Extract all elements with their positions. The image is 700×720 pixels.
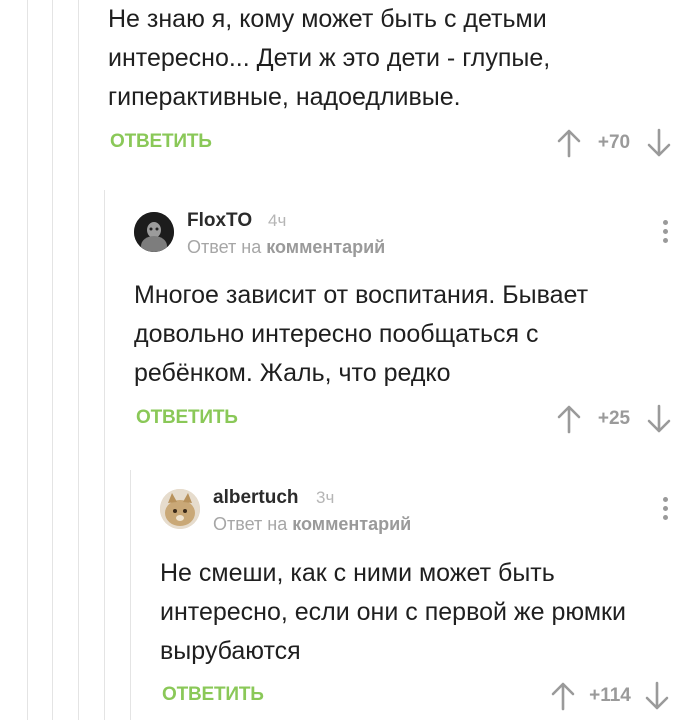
- comment-text-line: гиперактивные, надоедливые.: [108, 83, 461, 111]
- comment-text: Многое зависит от воспитания. Бывает дов…: [134, 276, 684, 393]
- comment-text-line: вырубаются: [160, 637, 301, 665]
- arrow-up-icon[interactable]: [556, 404, 582, 434]
- comment-actions: ОТВЕТИТЬ +114: [162, 681, 680, 711]
- avatar[interactable]: [160, 489, 200, 529]
- comment-time: 4ч: [268, 211, 287, 230]
- comment-text-line: Не смеши, как с ними может быть: [160, 559, 555, 587]
- thread-line: [130, 470, 131, 720]
- arrow-down-icon[interactable]: [646, 128, 672, 158]
- vote-controls: +25: [556, 404, 672, 434]
- avatar-image: [134, 212, 174, 252]
- comment-header: FloxTO 4ч Ответ на комментарий: [134, 208, 684, 264]
- rating-value: +114: [589, 685, 631, 706]
- comment-text-line: интересно, если они с первой же рюмки: [160, 598, 626, 626]
- avatar-image: [160, 489, 200, 529]
- comment: Не смеши, как с ними может быть интересн…: [160, 554, 684, 671]
- vote-controls: +114: [550, 681, 670, 711]
- more-vertical-icon[interactable]: [661, 497, 669, 523]
- rating-value: +25: [597, 408, 631, 429]
- reply-to-prefix: Ответ на: [213, 514, 288, 534]
- reply-to: Ответ на комментарий: [187, 237, 385, 258]
- thread-line: [104, 190, 105, 720]
- more-vertical-icon[interactable]: [661, 220, 669, 246]
- comment-header: albertuch 3ч Ответ на комментарий: [160, 485, 684, 541]
- comment-text: Не смеши, как с ними может быть интересн…: [160, 554, 684, 671]
- comment-text-line: Многое зависит от воспитания. Бывает: [134, 281, 589, 309]
- comment: Многое зависит от воспитания. Бывает дов…: [134, 276, 684, 393]
- thread-line: [27, 0, 28, 720]
- comment-actions: ОТВЕТИТЬ +70: [110, 128, 680, 158]
- reply-to-prefix: Ответ на: [187, 237, 262, 257]
- arrow-down-icon[interactable]: [644, 681, 670, 711]
- rating-value: +70: [597, 132, 631, 153]
- comment-text: Не знаю я, кому может быть с детьми инте…: [108, 0, 688, 117]
- arrow-down-icon[interactable]: [646, 404, 672, 434]
- reply-to-link[interactable]: комментарий: [266, 237, 385, 257]
- thread-line: [52, 0, 53, 720]
- vote-controls: +70: [556, 128, 672, 158]
- arrow-up-icon[interactable]: [556, 128, 582, 158]
- comment-time: 3ч: [316, 488, 335, 507]
- arrow-up-icon[interactable]: [550, 681, 576, 711]
- comment-text-line: интересно... Дети ж это дети - глупые,: [108, 44, 551, 72]
- comment-text-line: Не знаю я, кому может быть с детьми: [108, 5, 547, 33]
- comment-actions: ОТВЕТИТЬ +25: [136, 404, 680, 434]
- avatar[interactable]: [134, 212, 174, 252]
- reply-button[interactable]: ОТВЕТИТЬ: [162, 684, 264, 706]
- reply-to: Ответ на комментарий: [213, 514, 411, 535]
- comment: Не знаю я, кому может быть с детьми инте…: [108, 0, 688, 117]
- reply-button[interactable]: ОТВЕТИТЬ: [136, 407, 238, 429]
- author-name[interactable]: albertuch: [213, 487, 299, 509]
- thread-line: [78, 0, 79, 720]
- comment-text-line: довольно интересно пообщаться с: [134, 320, 539, 348]
- author-name[interactable]: FloxTO: [187, 210, 252, 232]
- comment-text-line: ребёнком. Жаль, что редко: [134, 359, 451, 387]
- reply-button[interactable]: ОТВЕТИТЬ: [110, 131, 212, 153]
- reply-to-link[interactable]: комментарий: [292, 514, 411, 534]
